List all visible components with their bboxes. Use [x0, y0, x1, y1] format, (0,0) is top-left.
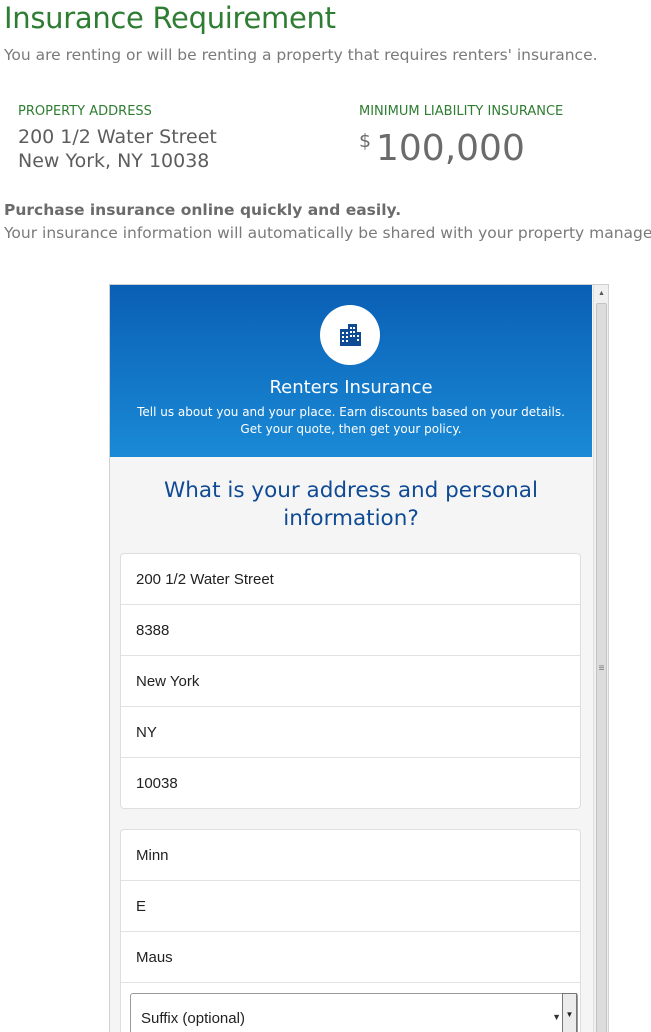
hero-icon-circle	[320, 305, 380, 365]
form-question: What is your address and personal inform…	[164, 478, 538, 531]
zip-input[interactable]: 10038	[121, 758, 580, 809]
suffix-select[interactable]: Suffix (optional) ▼ ▼	[130, 993, 578, 1032]
property-address-line2: New York, NY 10038	[18, 150, 210, 172]
street-address-input[interactable]: 200 1/2 Water Street	[121, 554, 580, 605]
property-address-line1: 200 1/2 Water Street	[18, 126, 217, 148]
street-address-value: 200 1/2 Water Street	[136, 571, 274, 588]
state-input[interactable]: NY	[121, 707, 580, 758]
last-name-input[interactable]: Maus	[121, 932, 580, 983]
scrollbar-thumb[interactable]: ≡	[596, 303, 607, 1032]
personal-info-card: Minn E Maus Suffix (optional) ▼ ▼	[120, 829, 581, 1032]
hero-text-line2: Get your quote, then get your policy.	[240, 422, 462, 436]
unit-value: 8388	[136, 622, 170, 639]
middle-initial-value: E	[136, 898, 147, 915]
hero-text-line1: Tell us about you and your place. Earn d…	[137, 405, 565, 419]
city-value: New York	[136, 673, 200, 690]
widget-scrollbar[interactable]: ▲ ≡	[593, 285, 608, 1032]
unit-input[interactable]: 8388	[121, 605, 580, 656]
insurance-widget-frame: Renters Insurance Tell us about you and …	[109, 284, 609, 1032]
purchase-description: Your insurance information will automati…	[4, 224, 651, 242]
last-name-value: Maus	[136, 949, 173, 966]
building-icon	[340, 324, 361, 346]
select-dropdown-button[interactable]: ▼	[562, 993, 577, 1032]
state-value: NY	[136, 724, 157, 741]
first-name-input[interactable]: Minn	[121, 830, 580, 881]
suffix-select-value: Suffix (optional)	[141, 1010, 245, 1027]
zip-value: 10038	[136, 775, 178, 792]
suffix-row: Suffix (optional) ▼ ▼	[121, 983, 580, 1032]
page-subtitle: You are renting or will be renting a pro…	[4, 46, 598, 64]
purchase-headline: Purchase insurance online quickly and ea…	[4, 201, 402, 219]
widget-hero: Renters Insurance Tell us about you and …	[110, 285, 592, 457]
insurance-widget: Renters Insurance Tell us about you and …	[110, 285, 592, 1032]
currency-symbol: $	[359, 130, 372, 152]
middle-initial-input[interactable]: E	[121, 881, 580, 932]
address-card: 200 1/2 Water Street 8388 New York NY 10…	[120, 553, 581, 809]
min-liability-label: MINIMUM LIABILITY INSURANCE	[359, 104, 564, 119]
scroll-up-arrow-icon[interactable]: ▲	[594, 285, 608, 301]
first-name-value: Minn	[136, 847, 169, 864]
caret-down-icon: ▼	[552, 1012, 561, 1022]
liability-amount-value: 100,000	[376, 128, 525, 169]
city-input[interactable]: New York	[121, 656, 580, 707]
property-address-label: PROPERTY ADDRESS	[18, 104, 152, 119]
hero-title: Renters Insurance	[269, 377, 433, 398]
page-title: Insurance Requirement	[4, 1, 336, 35]
